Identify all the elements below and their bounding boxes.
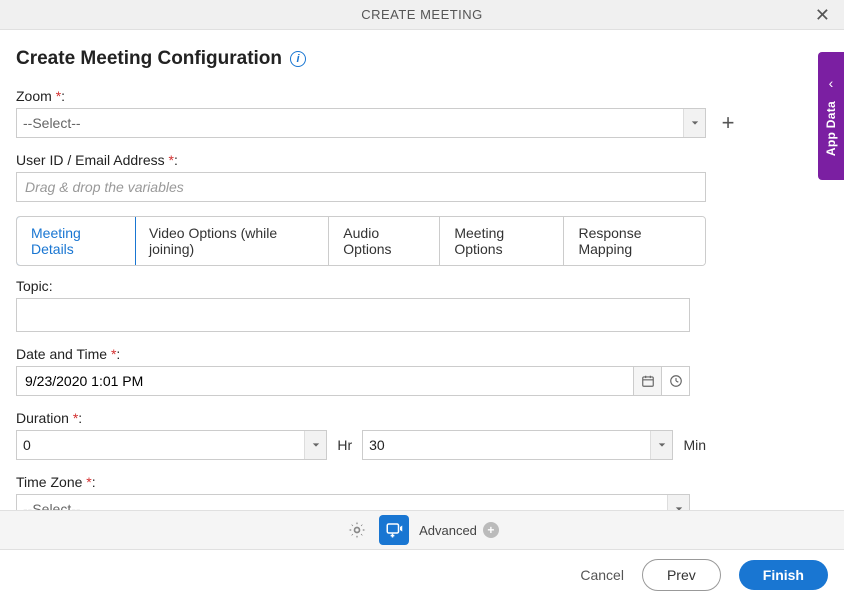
timezone-select[interactable] xyxy=(16,494,690,510)
chevron-down-icon xyxy=(312,441,320,449)
duration-hours-arrow[interactable] xyxy=(304,431,326,459)
app-data-label: App Data xyxy=(824,101,838,156)
dialog-body: Create Meeting Configuration i Zoom *: +… xyxy=(0,30,844,510)
duration-minutes-arrow[interactable] xyxy=(650,431,672,459)
tab-audio-options[interactable]: Audio Options xyxy=(329,217,440,265)
chevron-down-icon xyxy=(691,119,699,127)
timezone-select-arrow[interactable] xyxy=(667,495,689,510)
page-title: Create Meeting Configuration xyxy=(16,48,282,70)
screen-add-icon xyxy=(385,521,403,539)
tab-meeting-options[interactable]: Meeting Options xyxy=(440,217,564,265)
user-id-input[interactable] xyxy=(16,172,706,202)
chevron-left-icon: ‹ xyxy=(829,75,834,91)
close-icon: ✕ xyxy=(815,5,830,25)
hours-unit-label: Hr xyxy=(337,437,352,453)
advanced-toggle[interactable]: Advanced + xyxy=(419,522,499,538)
finish-button[interactable]: Finish xyxy=(739,560,828,590)
add-zoom-button[interactable]: + xyxy=(716,111,740,135)
plus-circle-icon: + xyxy=(483,522,499,538)
clock-button[interactable] xyxy=(662,366,690,396)
cancel-button[interactable]: Cancel xyxy=(580,567,624,583)
duration-hours-select[interactable] xyxy=(16,430,327,460)
prev-button[interactable]: Prev xyxy=(642,559,721,591)
tab-meeting-details[interactable]: Meeting Details xyxy=(16,216,136,266)
tab-response-mapping[interactable]: Response Mapping xyxy=(564,217,705,265)
toolbar: Advanced + xyxy=(0,510,844,550)
date-time-label: Date and Time *: xyxy=(16,346,690,362)
dialog-header: CREATE MEETING ✕ xyxy=(0,0,844,30)
zoom-label: Zoom *: xyxy=(16,88,828,104)
clock-icon xyxy=(669,374,683,388)
tabs: Meeting Details Video Options (while joi… xyxy=(16,216,706,266)
calendar-icon xyxy=(641,374,655,388)
settings-button[interactable] xyxy=(345,518,369,542)
screen-add-button[interactable] xyxy=(379,515,409,545)
dialog-footer: Cancel Prev Finish xyxy=(0,550,844,600)
plus-icon: + xyxy=(722,110,735,135)
duration-label: Duration *: xyxy=(16,410,706,426)
zoom-select[interactable] xyxy=(16,108,706,138)
advanced-label: Advanced xyxy=(419,523,477,538)
calendar-button[interactable] xyxy=(634,366,662,396)
tab-video-options[interactable]: Video Options (while joining) xyxy=(135,217,329,265)
duration-minutes-select[interactable] xyxy=(362,430,673,460)
chevron-down-icon xyxy=(675,505,683,510)
user-id-label: User ID / Email Address *: xyxy=(16,152,706,168)
chevron-down-icon xyxy=(658,441,666,449)
topic-label: Topic: xyxy=(16,278,690,294)
zoom-select-arrow[interactable] xyxy=(683,109,705,137)
minutes-unit-label: Min xyxy=(683,437,706,453)
info-icon[interactable]: i xyxy=(290,51,306,67)
timezone-label: Time Zone *: xyxy=(16,474,690,490)
topic-input[interactable] xyxy=(16,298,690,332)
app-data-tab[interactable]: ‹ App Data xyxy=(818,52,844,180)
gear-icon xyxy=(347,520,367,540)
dialog-title: CREATE MEETING xyxy=(361,7,483,22)
close-button[interactable]: ✕ xyxy=(811,5,834,26)
date-time-input[interactable] xyxy=(16,366,634,396)
